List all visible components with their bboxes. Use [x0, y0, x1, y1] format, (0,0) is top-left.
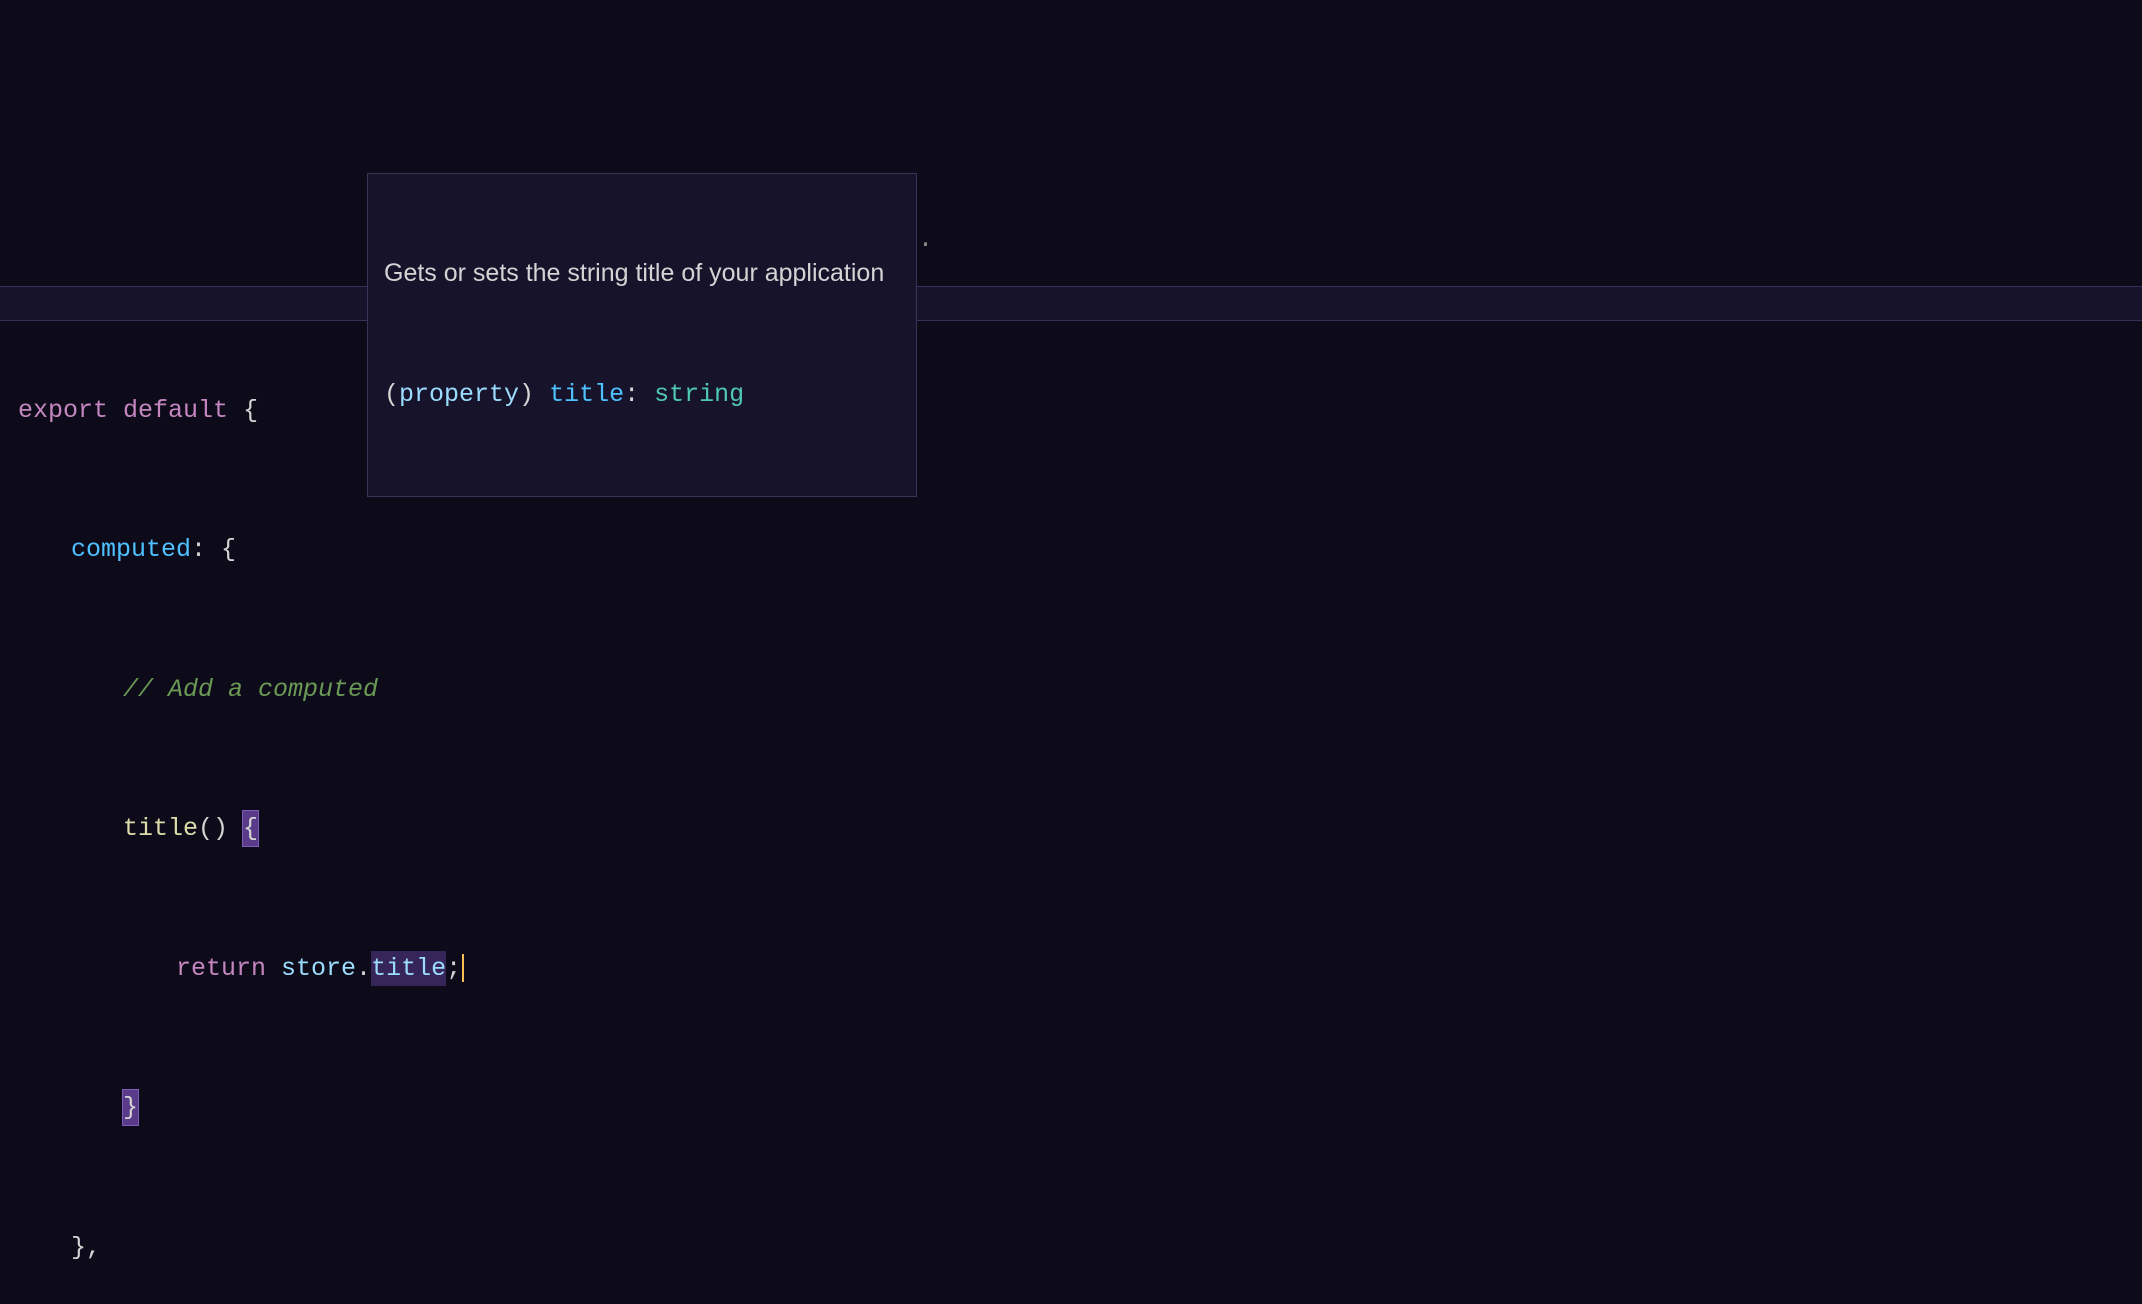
tooltip-paren: ): [519, 380, 534, 409]
code-line[interactable]: // Add a computed: [18, 672, 2142, 707]
code-line[interactable]: export default {: [18, 393, 2142, 428]
keyword-default: default: [123, 393, 228, 428]
text-cursor: [462, 954, 464, 982]
comment: // Add a computed: [123, 672, 393, 707]
function-title: title: [123, 811, 198, 846]
identifier-store: store: [281, 951, 356, 986]
brace-close: },: [71, 1230, 101, 1265]
tooltip-type: string: [654, 380, 744, 409]
brace-open-matched: {: [243, 811, 258, 846]
tooltip-description: Gets or sets the string title of your ap…: [384, 256, 900, 291]
keyword-export: export: [18, 393, 108, 428]
tooltip-kind: property: [399, 380, 519, 409]
code-editor[interactable]: export default { computed: { // Add a co…: [0, 140, 2142, 1304]
hover-tooltip: Gets or sets the string title of your ap…: [367, 173, 917, 497]
code-line[interactable]: },: [18, 1230, 2142, 1265]
code-line[interactable]: return store.title;: [18, 951, 2142, 986]
keyword-return: return: [176, 951, 266, 986]
code-line[interactable]: }: [18, 1091, 2142, 1126]
parens: (): [198, 811, 228, 846]
brace: {: [228, 393, 258, 428]
tooltip-signature: (property) title: string: [384, 377, 900, 412]
tooltip-propname: title: [549, 380, 624, 409]
brace-close-matched: }: [123, 1090, 138, 1125]
trailing-dot: .: [918, 222, 933, 257]
tooltip-paren: (: [384, 380, 399, 409]
member-title: title: [371, 951, 446, 986]
semicolon: ;: [446, 951, 461, 986]
punctuation: : {: [191, 532, 236, 567]
tooltip-colon: :: [624, 380, 654, 409]
code-line[interactable]: computed: {: [18, 533, 2142, 568]
code-line[interactable]: title() {: [18, 812, 2142, 847]
current-line-highlight: [0, 286, 2142, 321]
property-computed: computed: [71, 532, 191, 567]
dot: .: [356, 951, 371, 986]
